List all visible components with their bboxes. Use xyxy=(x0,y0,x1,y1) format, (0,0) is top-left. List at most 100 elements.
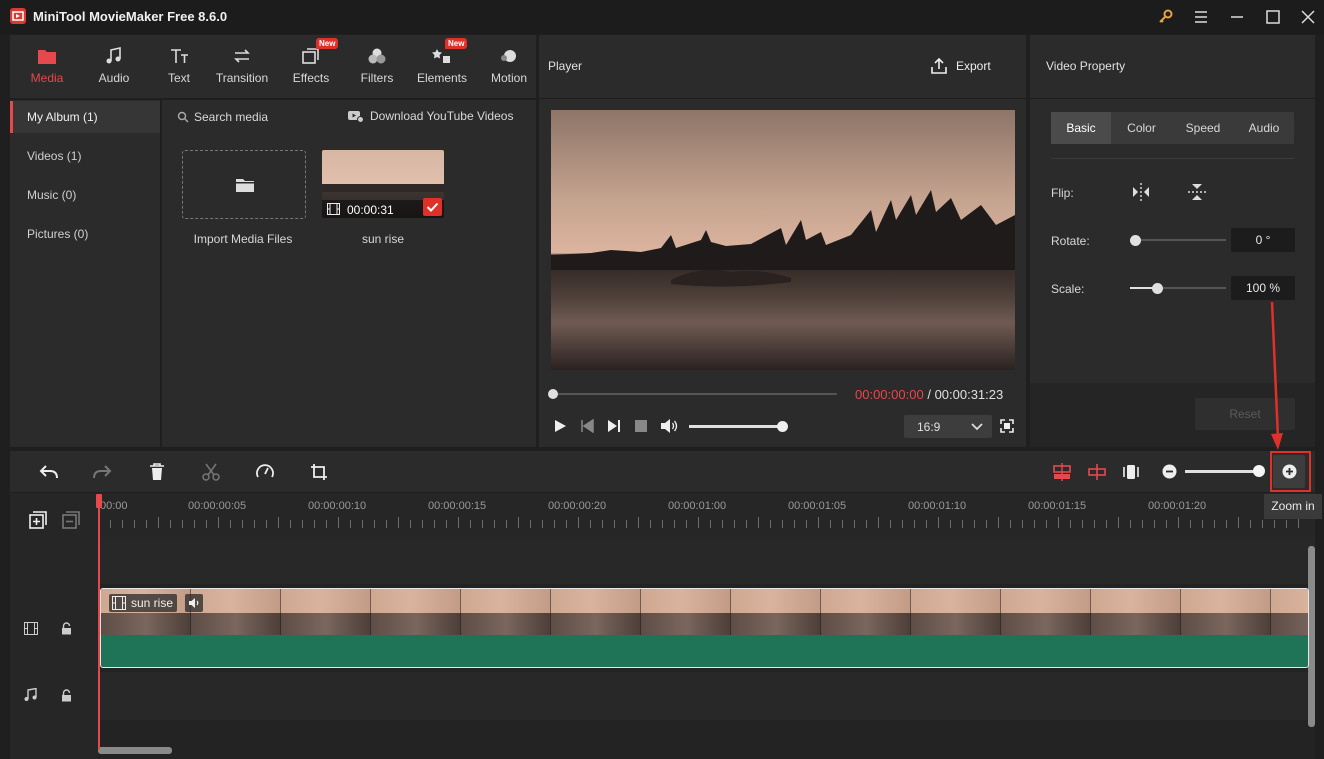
tab-audio-property[interactable]: Audio xyxy=(1234,112,1294,144)
transition-icon xyxy=(234,49,250,63)
menu-icon[interactable] xyxy=(1190,6,1212,28)
fit-timeline-icon[interactable] xyxy=(1122,463,1140,481)
divider xyxy=(1051,158,1294,159)
scale-slider-handle[interactable] xyxy=(1152,283,1163,294)
zoom-slider-handle[interactable] xyxy=(1253,465,1265,477)
speed-icon[interactable] xyxy=(255,462,275,482)
ruler-label: 00:00:00:05 xyxy=(188,500,247,512)
playhead[interactable] xyxy=(96,494,102,750)
close-icon[interactable] xyxy=(1297,6,1319,28)
tab-elements[interactable]: New Elements xyxy=(411,35,473,98)
sidebar-item-music[interactable]: Music (0) xyxy=(10,179,160,211)
next-frame-icon[interactable] xyxy=(607,419,621,433)
tab-media[interactable]: Media xyxy=(16,35,78,98)
new-badge: New xyxy=(445,38,468,49)
video-clip[interactable]: sun rise xyxy=(100,588,1309,668)
export-button[interactable]: Export xyxy=(931,56,1001,78)
tab-transition[interactable]: Transition xyxy=(211,35,273,98)
volume-icon[interactable] xyxy=(660,418,678,434)
music-track-icon xyxy=(24,688,37,701)
film-icon xyxy=(112,596,126,610)
ruler-label: 00:00:01:00 xyxy=(668,500,727,512)
timecode: 00:00:00:00 / 00:00:31:23 xyxy=(855,387,1003,402)
media-clip-name: sun rise xyxy=(361,232,405,246)
play-icon[interactable] xyxy=(553,419,567,433)
rotate-slider-handle[interactable] xyxy=(1130,235,1141,246)
tab-speed[interactable]: Speed xyxy=(1172,112,1234,144)
vertical-scrollbar[interactable] xyxy=(1308,546,1315,727)
clip-name: sun rise xyxy=(131,596,174,610)
sidebar-item-my-album[interactable]: My Album (1) xyxy=(10,101,160,133)
snap-icon[interactable] xyxy=(1053,463,1071,481)
volume-slider[interactable] xyxy=(689,425,783,428)
ruler-label: 00:00:01:20 xyxy=(1148,500,1207,512)
split-track-icon[interactable] xyxy=(1088,463,1106,481)
maximize-icon[interactable] xyxy=(1262,6,1284,28)
selected-check-icon[interactable] xyxy=(423,198,442,216)
playhead-handle[interactable] xyxy=(96,494,102,508)
music-track[interactable] xyxy=(98,672,1315,720)
sidebar-item-videos[interactable]: Videos (1) xyxy=(10,140,160,172)
sidebar-item-pictures[interactable]: Pictures (0) xyxy=(10,218,160,250)
split-scissors-icon[interactable] xyxy=(202,463,220,481)
title-bar: MiniTool MovieMaker Free 8.6.0 xyxy=(0,0,1324,34)
rotate-slider[interactable] xyxy=(1130,239,1226,241)
tab-motion[interactable]: Motion xyxy=(478,35,540,98)
playback-progress-handle[interactable] xyxy=(548,389,558,399)
flip-horizontal-icon[interactable] xyxy=(1130,181,1152,203)
film-icon xyxy=(327,203,340,215)
tab-transition-label: Transition xyxy=(215,71,269,85)
scale-value-field[interactable]: 100 % xyxy=(1231,276,1295,300)
zoom-out-icon[interactable] xyxy=(1162,464,1177,479)
empty-track xyxy=(98,537,1315,584)
tab-text[interactable]: Text xyxy=(148,35,210,98)
lock-icon[interactable] xyxy=(61,622,72,635)
new-badge: New xyxy=(316,38,339,49)
filters-icon xyxy=(368,48,386,64)
flip-vertical-icon[interactable] xyxy=(1186,181,1208,203)
tab-effects[interactable]: New Effects xyxy=(280,35,342,98)
tab-color[interactable]: Color xyxy=(1111,112,1172,144)
tab-basic[interactable]: Basic xyxy=(1051,112,1111,144)
media-sidebar: My Album (1) Videos (1) Music (0) Pictur… xyxy=(10,100,160,447)
tab-motion-label: Motion xyxy=(490,71,528,85)
tab-media-label: Media xyxy=(30,71,64,85)
redo-icon[interactable] xyxy=(92,463,112,481)
stop-icon[interactable] xyxy=(635,420,647,432)
elements-icon xyxy=(432,49,450,63)
remove-track-icon[interactable] xyxy=(62,511,80,529)
youtube-download-icon xyxy=(348,111,364,123)
ruler-label: 00:00:01:10 xyxy=(908,500,967,512)
media-thumbnail[interactable]: 00:00:31 xyxy=(322,150,444,218)
horizontal-scrollbar[interactable] xyxy=(98,747,172,754)
timeline-ruler[interactable]: 00:00 00:00:00:05 00:00:00:10 00:00:00:15 00… xyxy=(10,493,1315,537)
import-media-button[interactable] xyxy=(182,150,306,219)
aspect-ratio-select[interactable]: 16:9 xyxy=(904,415,992,438)
media-library: Search media Download YouTube Videos Imp… xyxy=(162,100,536,447)
minimize-icon[interactable] xyxy=(1226,6,1248,28)
crop-icon[interactable] xyxy=(310,463,328,481)
tab-audio-label: Audio xyxy=(98,71,130,85)
tab-filters[interactable]: Filters xyxy=(346,35,408,98)
thumbnail-scenery xyxy=(322,184,444,192)
volume-slider-handle[interactable] xyxy=(777,421,788,432)
rotate-value-field[interactable]: 0 ° xyxy=(1231,228,1295,252)
undo-icon[interactable] xyxy=(39,463,59,481)
video-preview xyxy=(551,110,1015,370)
zoom-slider[interactable] xyxy=(1185,470,1259,473)
previous-frame-icon[interactable] xyxy=(580,419,594,433)
thumbnail-duration: 00:00:31 xyxy=(347,203,394,217)
delete-icon[interactable] xyxy=(149,463,165,481)
ruler-label: 00:00:00:15 xyxy=(428,500,487,512)
clip-thumbnails xyxy=(101,589,1308,635)
tab-audio[interactable]: Audio xyxy=(83,35,145,98)
add-track-icon[interactable] xyxy=(29,511,47,529)
tab-filters-label: Filters xyxy=(360,71,394,85)
key-icon[interactable] xyxy=(1155,6,1177,28)
islet-scenery xyxy=(671,269,791,287)
zoom-in-highlight-box xyxy=(1270,451,1311,492)
lock-icon[interactable] xyxy=(61,689,72,702)
total-time: 00:00:31:23 xyxy=(934,387,1004,402)
fullscreen-icon[interactable] xyxy=(1000,419,1014,433)
playback-progress-track[interactable] xyxy=(553,393,837,395)
